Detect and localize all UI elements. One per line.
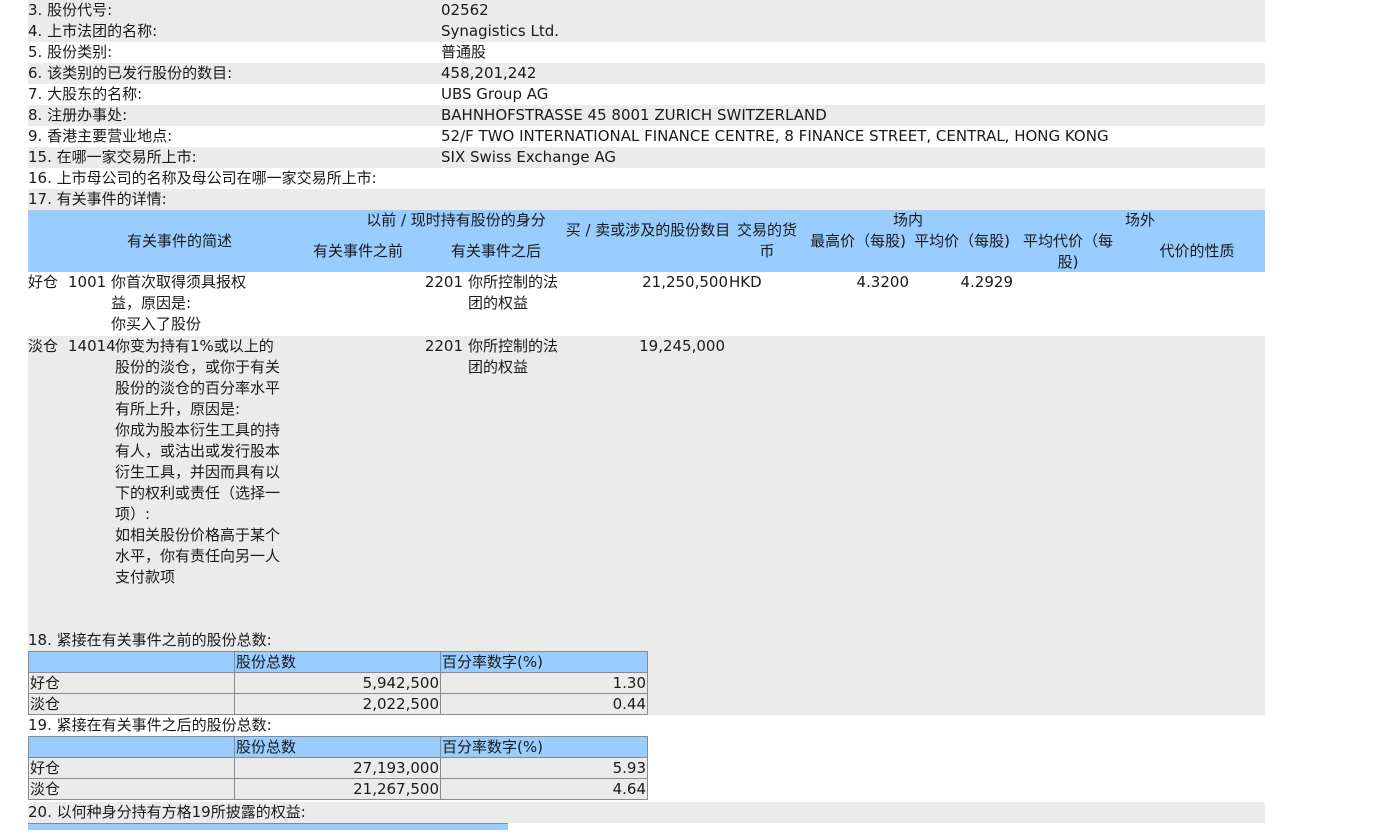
field-value: SIX Swiss Exchange AG [441, 148, 617, 166]
row-event-code: 1001 [68, 273, 107, 291]
row-label: 好仓 [28, 757, 235, 779]
field-label: 6. 该类别的已发行股份的数目: [28, 64, 233, 82]
field-label: 15. 在哪一家交易所上市: [28, 148, 197, 166]
field-issued-shares: 6. 该类别的已发行股份的数目: 458,201,242 [28, 63, 1265, 84]
row-label: 淡仓 [28, 693, 235, 715]
event-table: 有关事件的简述 以前 / 现时持有股份的身分 有关事件之前 有关事件之后 买 /… [28, 210, 1265, 630]
field-value: 02562 [441, 1, 489, 19]
header-average-price: 平均价（每股) [914, 232, 1010, 250]
field-parent-company: 16. 上市母公司的名称及母公司在哪一家交易所上市: [28, 168, 1265, 189]
row-label: 淡仓 [28, 778, 235, 800]
table-row: 好仓 5,942,500 1.30 [28, 672, 648, 694]
shares-before-table: 股份总数 百分率数字(%) 好仓 5,942,500 1.30 淡仓 2,022… [28, 651, 648, 715]
field-value: Synagistics Ltd. [441, 22, 560, 40]
field-value: 普通股 [441, 43, 487, 61]
field-value: BAHNHOFSTRASSE 45 8001 ZURICH SWITZERLAN… [441, 106, 827, 124]
header-percentage: 百分率数字(%) [440, 736, 648, 758]
row-total: 2,022,500 [234, 693, 441, 715]
section-18: 18. 紧接在有关事件之前的股份总数: 股份总数 百分率数字(%) 好仓 5,9… [28, 630, 1265, 715]
field-shareholder-name: 7. 大股东的名称: UBS Group AG [28, 84, 1265, 105]
table-row: 淡仓 2,022,500 0.44 [28, 693, 648, 715]
field-value: UBS Group AG [441, 85, 549, 103]
field-label: 7. 大股东的名称: [28, 85, 143, 103]
field-hk-business-address: 9. 香港主要营业地点: 52/F TWO INTERNATIONAL FINA… [28, 126, 1265, 147]
shares-after-table: 股份总数 百分率数字(%) 好仓 27,193,000 5.93 淡仓 21,2… [28, 736, 648, 800]
row-shares: 19,245,000 [639, 337, 725, 355]
row-after-code: 2201 [424, 337, 463, 355]
header-on-exchange: 场内 [892, 211, 923, 229]
event-row-long: 好仓 1001 你首次取得须具报权益，原因是: 你买入了股份 2201 你所控制… [28, 272, 1265, 336]
header-before: 有关事件之前 [312, 242, 403, 260]
table-header-row: 股份总数 百分率数字(%) [28, 736, 648, 758]
row-after-description: 你所控制的法团的权益 [468, 337, 559, 376]
row-currency: HKD [729, 273, 762, 291]
header-highest-price: 最高价（每股) [810, 232, 906, 250]
event-row-short: 淡仓 14014 你变为持有1%或以上的股份的淡仓，或你于有关股份的淡仓的百分率… [28, 336, 1265, 630]
row-description: 你首次取得须具报权益，原因是: 你买入了股份 [111, 273, 247, 333]
field-listing-exchange: 15. 在哪一家交易所上市: SIX Swiss Exchange AG [28, 147, 1265, 168]
field-value: 458,201,242 [441, 64, 537, 82]
header-shares: 买 / 卖或涉及的股份数目 [565, 221, 731, 239]
header-percentage: 百分率数字(%) [440, 651, 648, 673]
field-event-details: 17. 有关事件的详情: [28, 189, 1265, 210]
row-total: 5,942,500 [234, 672, 441, 694]
section-20-table-top [28, 823, 508, 830]
header-description: 有关事件的简述 [126, 232, 232, 250]
row-after-code: 2201 [424, 273, 463, 291]
field-label: 17. 有关事件的详情: [28, 190, 167, 208]
row-event-code: 14014 [68, 337, 116, 355]
row-position: 淡仓 [28, 337, 59, 355]
row-shares: 21,250,500 [642, 273, 728, 291]
header-empty [28, 736, 235, 758]
row-percentage: 1.30 [440, 672, 648, 694]
row-percentage: 5.93 [440, 757, 648, 779]
row-average-price: 4.2929 [960, 273, 1014, 291]
field-stock-code: 3. 股份代号: 02562 [28, 0, 1265, 21]
row-percentage: 0.44 [440, 693, 648, 715]
header-total-shares: 股份总数 [234, 736, 441, 758]
event-table-body: 好仓 1001 你首次取得须具报权益，原因是: 你买入了股份 2201 你所控制… [28, 272, 1265, 630]
field-label: 3. 股份代号: [28, 1, 113, 19]
row-label: 好仓 [28, 672, 235, 694]
field-label: 9. 香港主要营业地点: [28, 127, 173, 145]
field-company-name: 4. 上市法团的名称: Synagistics Ltd. [28, 21, 1265, 42]
row-description: 你变为持有1%或以上的股份的淡仓，或你于有关股份的淡仓的百分率水平有所上升，原因… [115, 337, 281, 586]
header-after: 有关事件之后 [450, 242, 541, 260]
field-registered-office: 8. 注册办事处: BAHNHOFSTRASSE 45 8001 ZURICH … [28, 105, 1265, 126]
field-label: 4. 上市法团的名称: [28, 22, 158, 40]
disclosure-form: 3. 股份代号: 02562 4. 上市法团的名称: Synagistics L… [28, 0, 1265, 830]
disclosure-page: 3. 股份代号: 02562 4. 上市法团的名称: Synagistics L… [0, 0, 1386, 834]
field-label: 16. 上市母公司的名称及母公司在哪一家交易所上市: [28, 169, 377, 187]
field-value [441, 189, 1265, 210]
table-header-row: 股份总数 百分率数字(%) [28, 651, 648, 673]
event-table-header: 有关事件的简述 以前 / 现时持有股份的身分 有关事件之前 有关事件之后 买 /… [28, 210, 1265, 272]
row-total: 27,193,000 [234, 757, 441, 779]
section-20-title: 20. 以何种身分持有方格19所披露的权益: [28, 802, 1265, 823]
row-percentage: 4.64 [440, 778, 648, 800]
field-value [441, 168, 1265, 189]
section-18-title: 18. 紧接在有关事件之前的股份总数: [28, 631, 272, 649]
header-empty [28, 651, 235, 673]
field-share-class: 5. 股份类别: 普通股 [28, 42, 1265, 63]
field-value: 52/F TWO INTERNATIONAL FINANCE CENTRE, 8… [441, 127, 1109, 145]
field-label: 5. 股份类别: [28, 43, 113, 61]
header-currency: 交易的货币 [736, 221, 797, 260]
header-off-exchange: 场外 [1124, 211, 1155, 229]
header-average-consideration: 平均代价（每股) [1022, 232, 1113, 271]
section-19-title: 19. 紧接在有关事件之后的股份总数: [28, 716, 272, 734]
row-highest-price: 4.3200 [856, 273, 910, 291]
section-19: 19. 紧接在有关事件之后的股份总数: 股份总数 百分率数字(%) 好仓 27,… [28, 715, 1265, 800]
row-after-description: 你所控制的法团的权益 [468, 273, 559, 312]
row-position: 好仓 [28, 273, 59, 291]
table-row: 好仓 27,193,000 5.93 [28, 757, 648, 779]
header-consideration-nature: 代价的性质 [1159, 242, 1235, 260]
field-label: 8. 注册办事处: [28, 106, 128, 124]
header-total-shares: 股份总数 [234, 651, 441, 673]
row-total: 21,267,500 [234, 778, 441, 800]
table-row: 淡仓 21,267,500 4.64 [28, 778, 648, 800]
